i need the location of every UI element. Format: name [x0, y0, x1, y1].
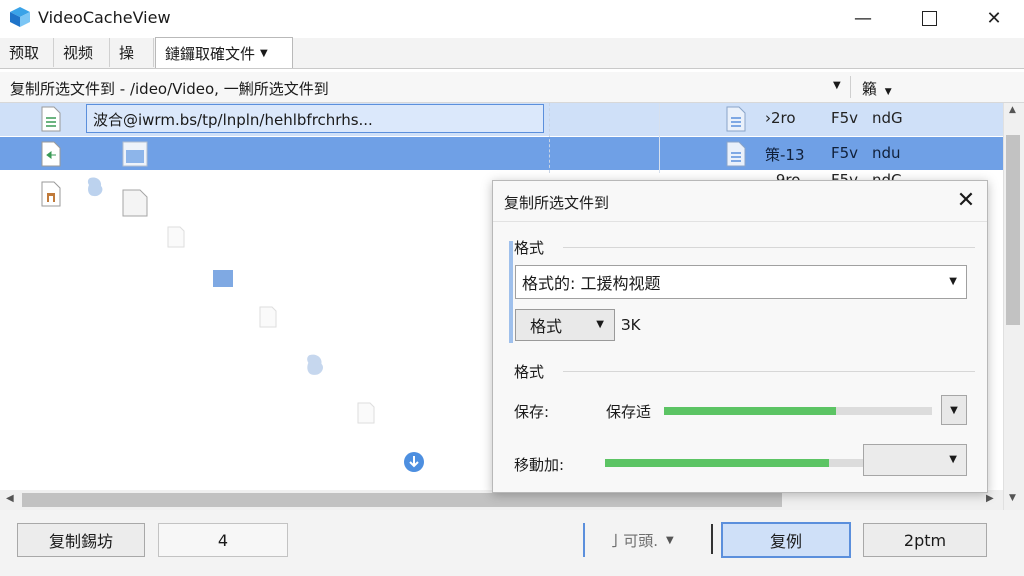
column-filter[interactable]: 籟 ▼ [862, 78, 892, 99]
tab-video[interactable]: 视频 [54, 38, 110, 67]
group-label: 格式 [514, 239, 545, 257]
column-separator [659, 103, 661, 173]
vertical-scroll-thumb[interactable] [1006, 135, 1020, 325]
focus-accent [509, 241, 513, 343]
blank-file-icon [122, 189, 148, 217]
copy-button[interactable]: 复制錫坊 [17, 523, 145, 557]
save-progress-fill [664, 407, 836, 415]
move-progress-fill [605, 459, 829, 467]
filename-edit-field[interactable]: 波合@iwrm.bs/tp/lnpln/hehlbfrchrhs... [86, 104, 544, 133]
copy-dialog: 复制所选文件到 ✕ 格式 格式的: 工援构视题 ▼ 格式 ▼ ЗK 格式 保存:… [492, 180, 988, 493]
document-icon [726, 141, 746, 167]
path-text: 复制所选文件到 - /ideo/Video, 一鯏所选文件到 [10, 80, 329, 98]
maximize-icon [921, 10, 937, 26]
format-small-combo-value: 格式 [530, 317, 563, 336]
text-file-icon [41, 106, 61, 132]
cell-col1: ›2ro [765, 109, 796, 127]
ok-button[interactable]: 2ptm [863, 523, 987, 557]
chevron-down-icon: ▼ [949, 276, 957, 287]
divider [850, 76, 851, 98]
group-divider [563, 371, 975, 372]
download-badge-icon [404, 452, 424, 472]
scroll-left-icon[interactable]: ◀ [6, 493, 14, 504]
archive-file-icon [41, 181, 61, 207]
chevron-down-icon: ▼ [596, 319, 604, 330]
scroll-down-icon[interactable]: ▼ [1009, 493, 1016, 503]
chevron-down-icon: ▼ [666, 534, 674, 546]
cell-col3: ndG [872, 109, 903, 127]
save-label: 保存: [514, 403, 550, 421]
format-combo[interactable]: 格式的: 工援构视题 ▼ [515, 265, 967, 299]
cell-col2: F5v [831, 109, 859, 127]
minimize-icon: — [854, 7, 872, 29]
format-suffix: ЗK [621, 316, 641, 334]
format-small-combo[interactable]: 格式 ▼ [515, 309, 615, 341]
blob-icon [307, 354, 324, 375]
save-progress-track [664, 407, 932, 415]
cell-col3: ndu [872, 144, 901, 162]
chevron-down-icon: ▼ [950, 404, 958, 416]
options-dropdown-label: 亅可頭. [608, 531, 659, 550]
close-button[interactable]: ✕ [971, 0, 1017, 36]
chevron-down-icon: ▼ [884, 87, 892, 97]
maximize-button[interactable] [906, 0, 952, 36]
column-separator [549, 103, 551, 173]
window-title: VideoCacheView [38, 8, 171, 27]
horizontal-scroll-thumb[interactable] [22, 493, 782, 507]
faint-file-icon [357, 402, 375, 424]
group-label: 格式 [514, 363, 545, 381]
tab-prefetch[interactable]: 预取 [0, 38, 54, 67]
image-icon [122, 141, 148, 167]
options-dropdown[interactable]: 亅可頭. ▼ [583, 523, 697, 557]
primary-button[interactable]: 复例 [721, 522, 851, 558]
dialog-close-button[interactable]: ✕ [953, 187, 979, 213]
save-value: 保存适 [606, 403, 652, 421]
scroll-right-icon[interactable]: ▶ [986, 493, 994, 504]
chevron-down-icon: ▼ [949, 454, 957, 465]
scroll-up-icon[interactable]: ▲ [1009, 105, 1016, 115]
minimize-button[interactable]: — [840, 0, 886, 36]
path-dropdown-chevron-icon[interactable]: ▼ [833, 80, 841, 91]
file-icon [41, 141, 61, 167]
save-dropdown-button[interactable]: ▼ [941, 395, 967, 425]
tab-bar: 预取 视频 操 鏈鑼取確文件 ▼ [0, 37, 1024, 69]
group-divider [563, 247, 975, 248]
tab-label: 操 [119, 44, 135, 62]
cell-col2: F5v [831, 144, 859, 162]
title-bar: VideoCacheView — ✕ [0, 0, 1024, 36]
bottom-bar: 复制錫坊 4 亅可頭. ▼ 复例 2ptm [0, 510, 1024, 576]
tab-label: 视频 [63, 44, 94, 62]
tab-label: 预取 [9, 44, 40, 62]
tab-label: 鏈鑼取確文件 [165, 44, 256, 63]
faint-file-icon [167, 226, 185, 248]
move-dropdown-button[interactable]: ▼ [863, 444, 967, 476]
move-progress-track [605, 459, 865, 467]
tab-operate[interactable]: 操 [110, 38, 154, 67]
path-toolbar: 复制所选文件到 - /ideo/Video, 一鯏所选文件到 ▼ 籟 ▼ [0, 72, 1024, 103]
table-row[interactable]: 波合@iwrm.bs/tp/lnpln/hehlbfrchrhs... ›2ro… [0, 103, 1003, 136]
divider [711, 524, 713, 554]
close-icon: ✕ [956, 187, 976, 213]
blob-icon [87, 177, 103, 197]
cell-col1: 策-13 [765, 146, 805, 164]
count-field[interactable]: 4 [158, 523, 288, 557]
chevron-down-icon: ▼ [260, 47, 268, 59]
tab-files[interactable]: 鏈鑼取確文件 ▼ [155, 37, 293, 68]
move-label: 移動加: [514, 456, 565, 474]
folder-icon [213, 270, 233, 287]
table-row[interactable]: 策-13 F5v ndu [0, 137, 1003, 170]
app-logo-icon [10, 7, 30, 27]
format-combo-value: 格式的: 工援构视题 [522, 274, 661, 293]
dialog-title: 复制所选文件到 [504, 194, 610, 212]
faint-file-icon [259, 306, 277, 328]
close-icon: ✕ [986, 7, 1002, 29]
column-filter-label: 籟 [862, 80, 878, 98]
document-icon [726, 106, 746, 132]
divider [493, 221, 987, 222]
